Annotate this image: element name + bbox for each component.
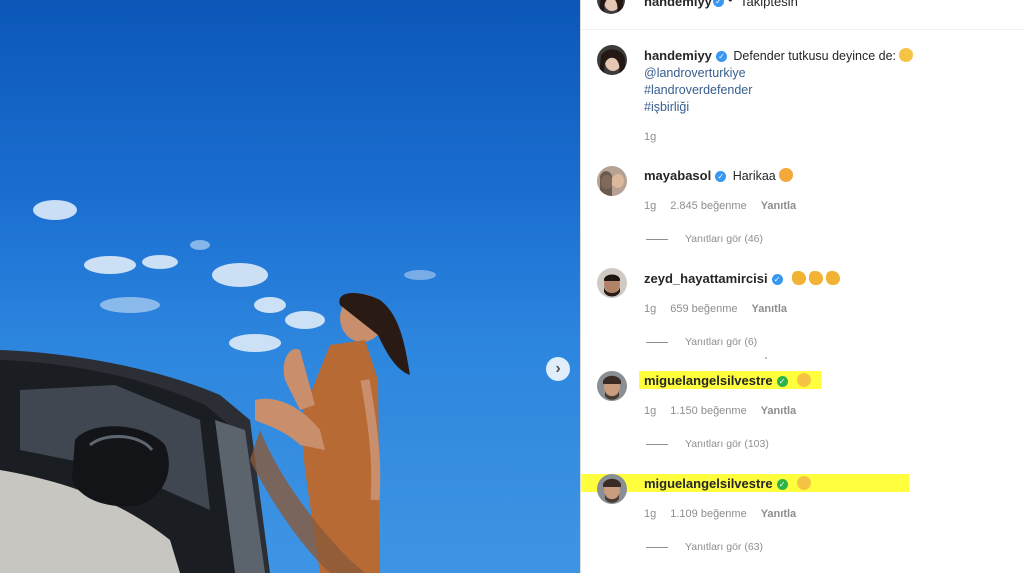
comment-username[interactable]: miguelangelsilvestre: [644, 476, 773, 491]
check-badge-icon: ✓: [776, 479, 788, 490]
caption-avatar[interactable]: [597, 45, 627, 75]
clap-emoji-icon: [809, 271, 824, 285]
caption-username[interactable]: handemiyy: [644, 48, 712, 63]
divider: [646, 238, 668, 240]
comment-likes[interactable]: 2.845 beğenme: [670, 200, 746, 212]
caption-hashtag[interactable]: #landroverdefender: [644, 82, 1004, 99]
next-photo-button[interactable]: ›: [546, 357, 570, 381]
heart-eyes-emoji-icon: [778, 168, 793, 182]
comment-likes[interactable]: 659 beğenme: [670, 303, 737, 315]
comment-time: 1g: [644, 508, 657, 520]
chevron-right-icon: ›: [555, 360, 561, 377]
comment: zeyd_hayattamircisi ✓: [644, 271, 841, 286]
author-avatar[interactable]: [597, 0, 625, 14]
caption-text: Defender tutkusu deyince de:: [733, 49, 897, 63]
comment-time: 1g: [644, 405, 657, 417]
author-username[interactable]: handemiyy: [644, 0, 712, 9]
view-replies-button[interactable]: Yanıtları gör (6): [646, 336, 757, 348]
divider: [646, 341, 668, 343]
comment-avatar[interactable]: [597, 371, 627, 401]
clap-emoji-icon: [826, 271, 841, 285]
smile-emoji-icon: [797, 476, 812, 490]
check-badge-icon: ✓: [715, 51, 727, 62]
reply-button[interactable]: Yanıtla: [761, 200, 796, 212]
reply-button[interactable]: Yanıtla: [761, 508, 796, 520]
post-photo: ›: [0, 0, 580, 573]
comment: miguelangelsilvestre ✓: [644, 373, 812, 388]
header-divider: [581, 29, 1024, 30]
caption-mention[interactable]: @landroverturkiye: [644, 65, 1004, 82]
header-dot: •: [728, 0, 733, 7]
comment: mayabasol ✓ Harikaa: [644, 168, 793, 183]
view-replies-label: Yanıtları gör (46): [685, 233, 764, 245]
check-badge-icon: ✓: [715, 171, 727, 182]
caption-time: 1g: [644, 131, 657, 143]
comment-avatar[interactable]: [597, 166, 627, 196]
comment-time: 1g: [644, 303, 657, 315]
post-side-panel: handemiyy ✓ • Takiptesin handemiyy✓ Defe…: [581, 0, 1024, 573]
clap-emoji-icon: [792, 271, 807, 285]
view-replies-button[interactable]: Yanıtları gör (46): [646, 233, 763, 245]
follow-status[interactable]: Takiptesin: [740, 0, 798, 9]
divider: [646, 443, 668, 445]
check-badge-icon: ✓: [776, 376, 788, 387]
view-replies-label: Yanıtları gör (103): [685, 438, 769, 450]
reply-button[interactable]: Yanıtla: [752, 303, 787, 315]
comment-avatar[interactable]: [597, 474, 627, 504]
reply-button[interactable]: Yanıtla: [761, 405, 796, 417]
comment-likes[interactable]: 1.150 beğenme: [670, 405, 746, 417]
comment-likes[interactable]: 1.109 beğenme: [670, 508, 746, 520]
comment-meta: 1g 1.109 beğenme Yanıtla: [644, 508, 810, 520]
check-badge-icon: ✓: [771, 274, 783, 285]
smile-emoji-icon: [899, 48, 914, 62]
view-replies-label: Yanıtları gör (63): [685, 541, 764, 553]
smile-emoji-icon: [797, 373, 812, 387]
check-badge-icon: ✓: [713, 0, 724, 7]
comment-text: Harikaa: [732, 169, 776, 183]
comment-username[interactable]: zeyd_hayattamircisi: [644, 271, 768, 286]
comment-meta: 1g 2.845 beğenme Yanıtla: [644, 200, 810, 212]
comment-avatar[interactable]: [597, 268, 627, 298]
comment: miguelangelsilvestre ✓: [644, 476, 812, 491]
post-caption: handemiyy ✓ Defender tutkusu deyince de: …: [644, 47, 1004, 116]
view-replies-button[interactable]: Yanıtları gör (63): [646, 541, 763, 553]
comment-meta: 1g 659 beğenme Yanıtla: [644, 303, 801, 315]
divider: [646, 546, 668, 548]
comment-username[interactable]: miguelangelsilvestre: [644, 373, 773, 388]
comment-time: 1g: [644, 200, 657, 212]
view-replies-label: Yanıtları gör (6): [685, 336, 758, 348]
post-header: handemiyy ✓ • Takiptesin: [581, 0, 1024, 16]
loading-dot: [765, 357, 767, 359]
caption-hashtag[interactable]: #işbirliği: [644, 99, 1004, 116]
comment-meta: 1g 1.150 beğenme Yanıtla: [644, 405, 810, 417]
photo-illustration: [0, 200, 436, 573]
view-replies-button[interactable]: Yanıtları gör (103): [646, 438, 769, 450]
comment-username[interactable]: mayabasol: [644, 168, 711, 183]
